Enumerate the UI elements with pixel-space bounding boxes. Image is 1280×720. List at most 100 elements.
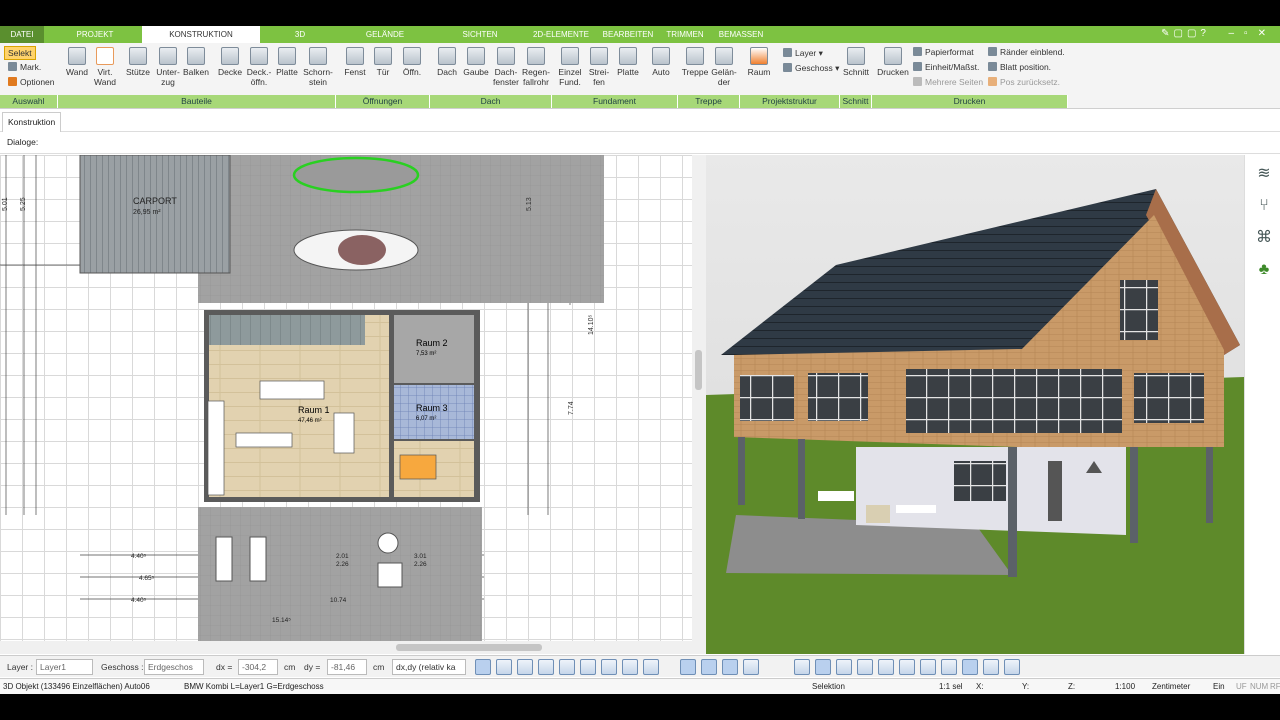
window-controls[interactable]: –▫✕ xyxy=(1229,28,1277,39)
snap-tool-11[interactable] xyxy=(701,659,717,675)
schornstein-button[interactable]: Schorn-stein xyxy=(302,47,334,87)
geschoss-select[interactable]: Erdgeschos xyxy=(144,659,204,675)
floor-plan-view[interactable]: CARPORT 26,95 m² Raum 1 47,46 m² Raum 2 … xyxy=(0,155,692,641)
furniture-icon[interactable]: ⑂ xyxy=(1253,195,1275,217)
schnitt-button[interactable]: Schnitt xyxy=(842,47,870,77)
view-tool-11[interactable] xyxy=(1004,659,1020,675)
raender-button[interactable]: Ränder einblend. xyxy=(988,46,1065,58)
tab-bemassen[interactable]: BEMASSEN xyxy=(714,26,768,43)
geschoss-dropdown[interactable]: Geschoss ▾ xyxy=(783,62,839,74)
view-tool-8[interactable] xyxy=(941,659,957,675)
gelaender-button[interactable]: Gelän-der xyxy=(710,47,738,87)
wand-button[interactable]: Wand xyxy=(64,47,90,77)
dachfenster-button[interactable]: Dach-fenster xyxy=(490,47,522,87)
gaube-button[interactable]: Gaube xyxy=(462,47,490,77)
door-icon xyxy=(374,47,392,65)
dim-9: 2.26 xyxy=(414,561,427,568)
select-tool[interactable]: Selekt xyxy=(4,46,36,60)
unterzug-button[interactable]: Unter-zug xyxy=(154,47,182,87)
view-tool-6[interactable] xyxy=(899,659,915,675)
tree-icon[interactable]: ♣ xyxy=(1253,259,1275,281)
einheit-button[interactable]: Einheit/Maßst. xyxy=(913,61,979,73)
view-tool-10[interactable] xyxy=(983,659,999,675)
snap-tool-9[interactable] xyxy=(643,659,659,675)
stuetze-button[interactable]: Stütze xyxy=(124,47,152,77)
snap-tool-5[interactable] xyxy=(559,659,575,675)
quick-access-icons[interactable]: ✎▢▢? xyxy=(1161,28,1210,39)
mehrere-seiten-button[interactable]: Mehrere Seiten xyxy=(913,76,983,88)
dormer-icon xyxy=(467,47,485,65)
menu-bar: DATEI PROJEKT KONSTRUKTION 3D GELÄNDE SI… xyxy=(0,26,1280,43)
view-tool-1[interactable] xyxy=(794,659,810,675)
dx-input[interactable]: -304,2 xyxy=(238,659,278,675)
dy-unit: cm xyxy=(373,662,385,672)
tuer-button[interactable]: Tür xyxy=(371,47,395,77)
snap-tool-1[interactable] xyxy=(475,659,491,675)
raum-button[interactable]: Raum xyxy=(745,47,773,77)
foundation-icon xyxy=(561,47,579,65)
snap-tool-7[interactable] xyxy=(601,659,617,675)
3d-view[interactable] xyxy=(706,155,1244,654)
tab-gelaende[interactable]: GELÄNDE xyxy=(350,26,420,43)
window-icon xyxy=(346,47,364,65)
pos-reset-button[interactable]: Pos zurücksetz. xyxy=(988,76,1060,88)
fenster-button[interactable]: Fenst xyxy=(341,47,369,77)
coordinate-mode-select[interactable]: dx,dy (relativ ka xyxy=(392,659,466,675)
balken-button[interactable]: Balken xyxy=(182,47,210,77)
streifenfundament-button[interactable]: Strei-fen xyxy=(586,47,612,87)
objects-icon[interactable]: ⌘ xyxy=(1253,227,1275,249)
plan-horizontal-scrollbar[interactable] xyxy=(0,641,706,654)
treppe-button[interactable]: Treppe xyxy=(680,47,710,77)
view-tool-9[interactable] xyxy=(962,659,978,675)
z-coord: Z: xyxy=(1068,682,1076,691)
view-tool-7[interactable] xyxy=(920,659,936,675)
view-tool-3[interactable] xyxy=(836,659,852,675)
tab-3d[interactable]: 3D xyxy=(270,26,330,43)
dach-button[interactable]: Dach xyxy=(434,47,460,77)
snap-tool-10[interactable] xyxy=(680,659,696,675)
tab-bearbeiten[interactable]: BEARBEITEN xyxy=(600,26,656,43)
tab-datei[interactable]: DATEI xyxy=(0,26,44,43)
snap-tool-12[interactable] xyxy=(722,659,738,675)
regenfallrohr-button[interactable]: Regen-fallrohr xyxy=(520,47,552,87)
view-tool-2[interactable] xyxy=(815,659,831,675)
auto-button[interactable]: Auto xyxy=(648,47,674,77)
uf-indicator: UF xyxy=(1236,682,1247,691)
section-icon xyxy=(847,47,865,65)
snap-tool-8[interactable] xyxy=(622,659,638,675)
layer-select[interactable]: Layer1 xyxy=(36,659,93,675)
roof-window-icon xyxy=(497,47,515,65)
tab-konstruktion[interactable]: KONSTRUKTION xyxy=(142,26,260,43)
carport-title: CARPORT xyxy=(133,196,177,206)
layer-dropdown[interactable]: Layer ▾ xyxy=(783,47,823,59)
tab-trimmen[interactable]: TRIMMEN xyxy=(662,26,708,43)
virt-wand-button[interactable]: Virt. Wand xyxy=(92,47,118,87)
oeffnung-button[interactable]: Öffn. xyxy=(399,47,425,77)
snap-tool-3[interactable] xyxy=(517,659,533,675)
tab-2d-elemente[interactable]: 2D-ELEMENTE xyxy=(525,26,597,43)
snap-tool-4[interactable] xyxy=(538,659,554,675)
einzelfundament-button[interactable]: Einzel Fund. xyxy=(556,47,584,87)
papierformat-button[interactable]: Papierformat xyxy=(913,46,974,58)
fundament-platte-button[interactable]: Platte xyxy=(614,47,642,77)
plan-vertical-scrollbar[interactable] xyxy=(692,155,706,641)
view-tool-5[interactable] xyxy=(878,659,894,675)
options-button[interactable]: Optionen xyxy=(8,76,55,88)
group-bauteile: Bauteile xyxy=(58,95,336,108)
tab-sichten[interactable]: SICHTEN xyxy=(445,26,515,43)
view-tool-4[interactable] xyxy=(857,659,873,675)
dialoge-label: Dialoge: xyxy=(7,137,39,147)
drucken-button[interactable]: Drucken xyxy=(876,47,910,77)
snap-tool-2[interactable] xyxy=(496,659,512,675)
mark-tool[interactable]: Mark. xyxy=(8,61,41,73)
snap-tool-6[interactable] xyxy=(580,659,596,675)
decke-button[interactable]: Decke xyxy=(216,47,244,77)
snap-tool-13[interactable] xyxy=(743,659,759,675)
platte-button[interactable]: Platte xyxy=(274,47,300,77)
dy-input[interactable]: -81,46 xyxy=(327,659,367,675)
layers-icon[interactable]: ≋ xyxy=(1253,163,1275,185)
subtab-konstruktion[interactable]: Konstruktion xyxy=(2,112,62,132)
deckenoeffnung-button[interactable]: Deck.-öffn. xyxy=(244,47,274,87)
blatt-position-button[interactable]: Blatt position. xyxy=(988,61,1051,73)
tab-projekt[interactable]: PROJEKT xyxy=(62,26,128,43)
